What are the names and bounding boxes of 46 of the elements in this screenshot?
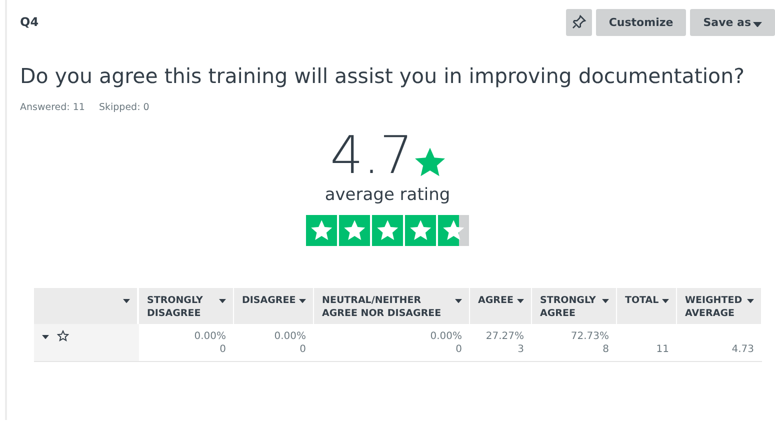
caret-icon (123, 299, 130, 304)
rating-value: 4.7 (330, 127, 413, 185)
rating-label: average rating (324, 185, 450, 205)
question-number: Q4 (20, 15, 39, 29)
caret-icon (662, 299, 669, 304)
star-outline-icon (57, 330, 69, 342)
caret-icon (747, 299, 754, 304)
caret-icon (455, 299, 462, 304)
caret-icon (299, 299, 306, 304)
percent-value: 0.00% (274, 330, 306, 343)
question-title: Do you agree this training will assist you in improving documentation? (20, 64, 746, 88)
column-header[interactable]: AGREE (470, 288, 532, 324)
column-header[interactable]: STRONGLY DISAGREE (139, 288, 234, 324)
star-icon (414, 147, 445, 177)
column-header[interactable]: DISAGREE (234, 288, 314, 324)
caret-icon (42, 335, 49, 340)
star-icon (377, 220, 398, 240)
caret-icon (219, 299, 226, 304)
count-value: 4.73 (732, 343, 754, 356)
star-icon (311, 220, 332, 240)
column-header[interactable]: NEUTRAL/NEITHER AGREE NOR DISAGREE (314, 288, 470, 324)
percent-value: 0.00% (430, 330, 462, 343)
column-header[interactable]: TOTAL (617, 288, 677, 324)
star-icon (344, 220, 366, 240)
count-value: 3 (518, 343, 524, 356)
caret-icon (517, 299, 524, 304)
pin-button[interactable] (566, 8, 592, 36)
count-value: 0 (456, 343, 462, 356)
save-as-button[interactable]: Save as (690, 8, 775, 36)
pin-icon (570, 14, 587, 30)
count-value: 0 (300, 343, 306, 356)
customize-button[interactable]: Customize (596, 8, 686, 36)
caret-icon (602, 299, 609, 304)
star-icon (443, 220, 464, 240)
count-value: 0 (220, 343, 226, 356)
percent-value: 0.00% (194, 330, 226, 343)
count-value: 11 (656, 343, 669, 356)
percent-value: 27.27% (486, 330, 524, 343)
answered-count: Answered: 11 (20, 102, 85, 113)
percent-value: 72.73% (570, 330, 609, 343)
column-header[interactable]: STRONGLY AGREE (532, 288, 617, 324)
skipped-count: Skipped: 0 (98, 102, 150, 113)
caret-icon (753, 22, 762, 28)
star-icon (410, 220, 432, 240)
count-value: 8 (602, 343, 609, 356)
column-header[interactable]: WEIGHTED AVERAGE (677, 288, 762, 324)
